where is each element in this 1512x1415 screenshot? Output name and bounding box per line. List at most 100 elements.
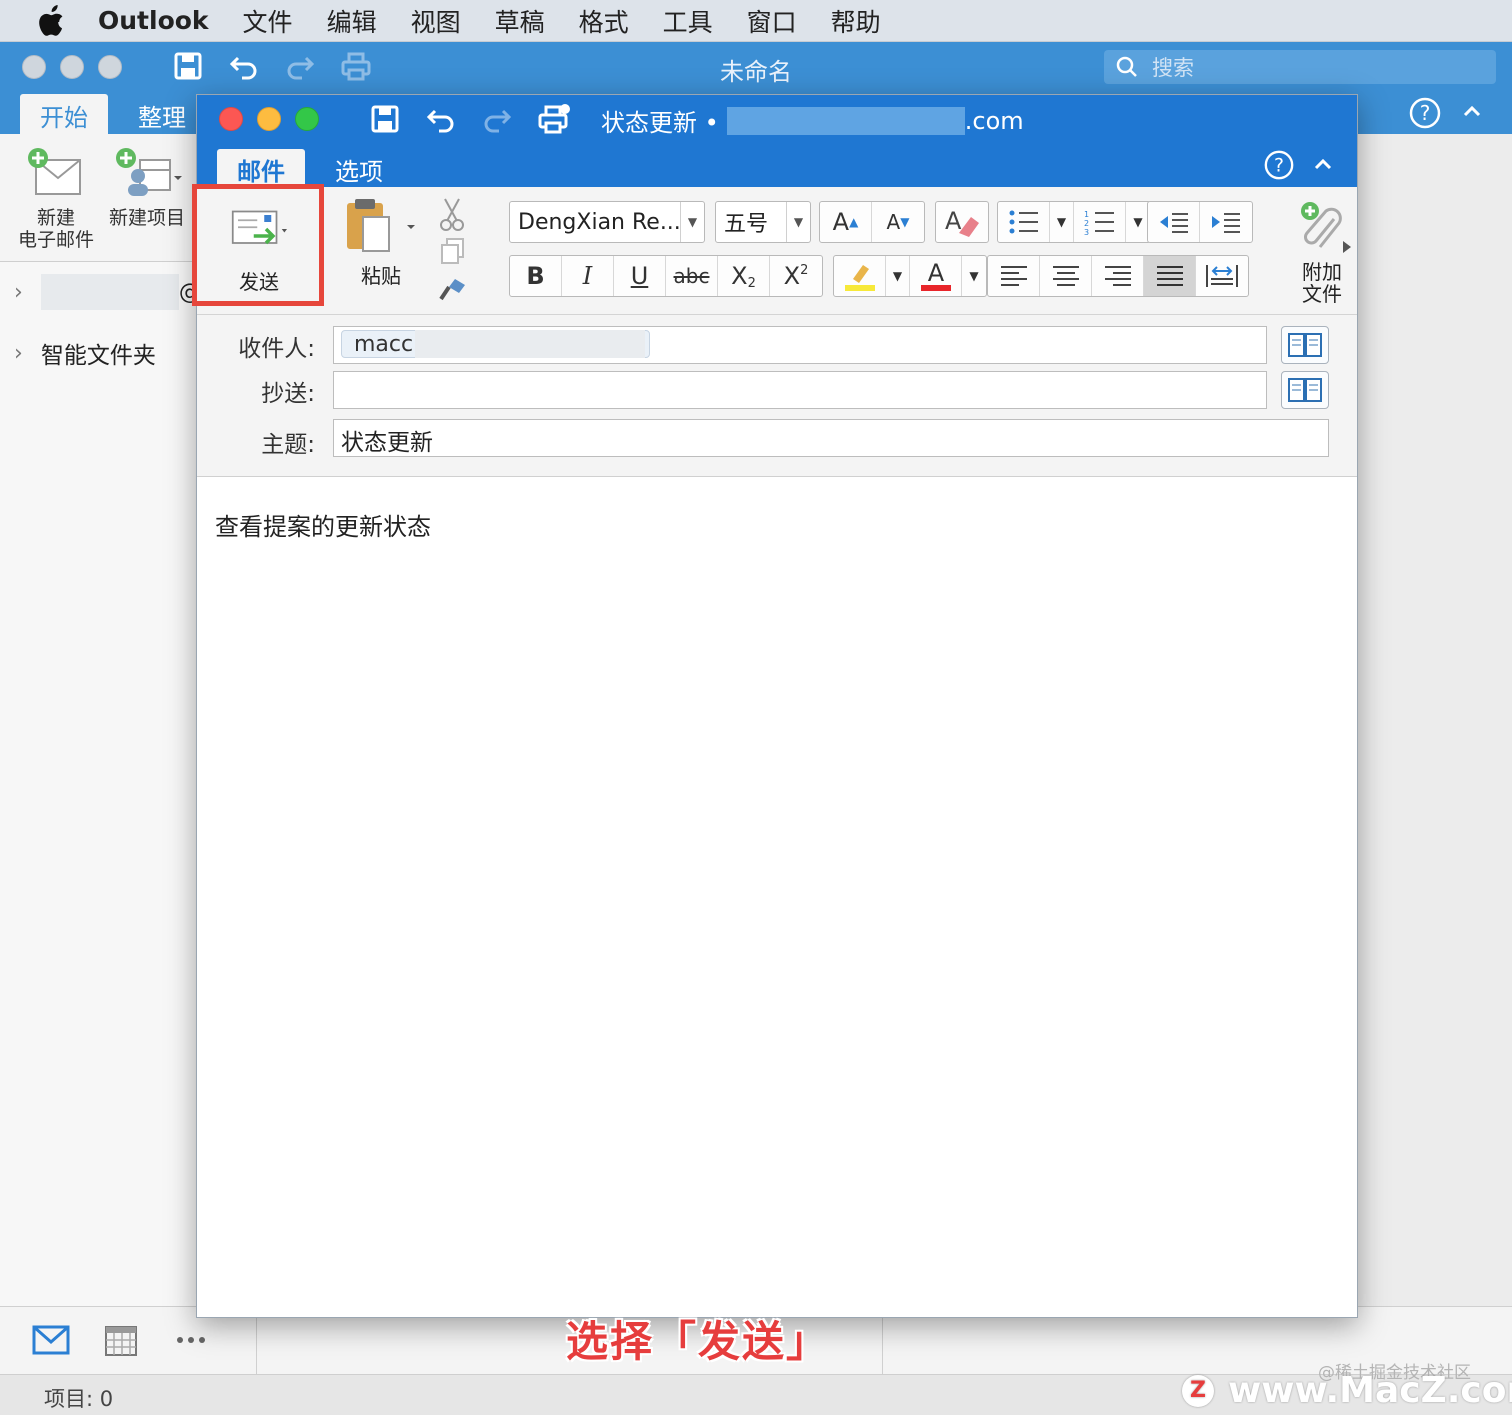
close-icon[interactable] xyxy=(219,107,243,131)
recipient-redacted xyxy=(726,106,965,135)
shrink-font-button[interactable]: A ▼ xyxy=(872,202,924,242)
bullets-dropdown[interactable]: ▼ xyxy=(1050,202,1074,242)
message-body[interactable]: 查看提案的更新状态 xyxy=(215,507,431,542)
minimize-icon[interactable] xyxy=(257,107,281,131)
attach-label-1: 附加 xyxy=(1302,260,1342,284)
highlighter-icon xyxy=(844,265,875,291)
collapse-ribbon-icon[interactable] xyxy=(1313,155,1333,175)
justify-icon xyxy=(1156,266,1183,286)
font-color-icon: A xyxy=(920,259,951,291)
help-icon[interactable]: ? xyxy=(1408,96,1442,130)
chevron-right-icon: › xyxy=(14,340,23,366)
tab-options[interactable]: 选项 xyxy=(315,149,403,187)
tab-message[interactable]: 邮件 xyxy=(217,149,305,187)
menu-draft[interactable]: 草稿 xyxy=(495,3,545,39)
compose-quick-access xyxy=(369,103,571,135)
superscript-button[interactable]: X2 xyxy=(770,256,822,296)
send-button[interactable]: 发送 xyxy=(217,207,301,295)
more-icon[interactable] xyxy=(176,1335,206,1345)
attach-label-2: 文件 xyxy=(1302,282,1342,305)
apple-icon[interactable] xyxy=(36,4,76,37)
underline-button[interactable]: U xyxy=(614,256,666,296)
account-item[interactable]: › @ xyxy=(14,274,201,310)
subject-input[interactable]: 状态更新 xyxy=(333,419,1329,457)
compose-ribbon-tabs: 邮件 选项 ? xyxy=(197,143,1357,187)
attach-file-button[interactable]: 附加 文件 xyxy=(1297,201,1347,305)
recipient-chip[interactable]: macc xyxy=(341,330,651,358)
new-email-button[interactable]: 新建 电子邮件 xyxy=(16,146,96,251)
svg-text:A: A xyxy=(927,259,944,287)
undo-icon[interactable] xyxy=(425,103,457,135)
justify-button[interactable] xyxy=(1144,256,1196,296)
address-book-button[interactable] xyxy=(1281,371,1329,409)
save-icon[interactable] xyxy=(369,103,401,135)
highlight-button[interactable] xyxy=(834,256,886,296)
calendar-icon[interactable] xyxy=(104,1323,138,1357)
align-right-button[interactable] xyxy=(1092,256,1144,296)
clear-formatting-button[interactable]: A xyxy=(936,202,988,242)
align-left-button[interactable] xyxy=(988,256,1040,296)
grow-font-button[interactable]: A ▲ xyxy=(820,202,872,242)
smart-folders-item[interactable]: › 智能文件夹 xyxy=(14,336,156,370)
bullets-button[interactable] xyxy=(998,202,1050,242)
font-name-select[interactable]: DengXian Re... ▼ xyxy=(509,201,705,243)
menu-app-name[interactable]: Outlook xyxy=(98,6,209,35)
align-center-button[interactable] xyxy=(1040,256,1092,296)
to-input[interactable]: macc xyxy=(333,326,1267,364)
menu-help[interactable]: 帮助 xyxy=(831,3,881,39)
menu-window[interactable]: 窗口 xyxy=(747,3,797,39)
outdent-icon xyxy=(1159,213,1188,233)
copy-icon[interactable] xyxy=(439,237,467,265)
watermark-logo-icon: Z xyxy=(1182,1374,1214,1407)
menu-bar: Outlook 文件 编辑 视图 草稿 格式 工具 窗口 帮助 xyxy=(0,0,1512,42)
numbering-button[interactable]: 123 xyxy=(1074,202,1126,242)
search-field[interactable]: 搜索 xyxy=(1104,50,1496,84)
indent-icon xyxy=(1212,213,1240,233)
bold-button[interactable]: B xyxy=(510,256,562,296)
zoom-icon[interactable] xyxy=(295,107,319,131)
ribbon-more-icon[interactable] xyxy=(1341,239,1353,255)
clear-format-group: A xyxy=(935,201,989,243)
italic-button[interactable]: I xyxy=(562,256,614,296)
menu-edit[interactable]: 编辑 xyxy=(327,3,377,39)
font-size-adjust-group: A ▲ A ▼ xyxy=(819,201,925,243)
address-book-button[interactable] xyxy=(1281,326,1329,364)
redo-icon[interactable] xyxy=(481,103,513,135)
new-item-icon xyxy=(116,148,182,196)
subject-label: 主题: xyxy=(261,432,315,458)
help-icon[interactable]: ? xyxy=(1263,149,1295,181)
font-color-button[interactable]: A xyxy=(910,256,962,296)
strikethrough-button[interactable]: abc xyxy=(666,256,718,296)
compose-window: 状态更新 • .com 邮件 选项 ? 发送 粘贴 DengXian Re...… xyxy=(192,94,1358,1318)
text-direction-button[interactable] xyxy=(1196,256,1248,296)
cc-input[interactable] xyxy=(333,371,1267,409)
menu-format[interactable]: 格式 xyxy=(579,3,629,39)
font-size-select[interactable]: 五号 ▼ xyxy=(715,201,811,243)
mail-icon[interactable] xyxy=(32,1325,70,1355)
new-email-label-2: 电子邮件 xyxy=(17,229,94,251)
highlight-dropdown[interactable]: ▼ xyxy=(886,256,910,296)
tab-home[interactable]: 开始 xyxy=(20,94,108,134)
menu-tools[interactable]: 工具 xyxy=(663,3,713,39)
increase-indent-button[interactable] xyxy=(1200,202,1252,242)
recipient-name: macc xyxy=(354,331,414,357)
numbered-list-icon: 123 xyxy=(1084,210,1114,235)
message-header-fields: 收件人: macc 抄送: 主题: 状态更新 xyxy=(197,315,1357,477)
watermark-big: Z www.MacZ.com xyxy=(1182,1370,1512,1411)
new-item-button[interactable]: 新建项目 xyxy=(104,146,190,229)
compose-ribbon: 发送 粘贴 DengXian Re... ▼ 五号 ▼ A ▲ A ▼ A ▼ … xyxy=(192,184,1357,315)
menu-file[interactable]: 文件 xyxy=(243,3,293,39)
compose-window-controls xyxy=(219,107,319,131)
tab-organize[interactable]: 整理 xyxy=(118,94,206,134)
svg-text:?: ? xyxy=(1420,101,1431,125)
cut-icon[interactable] xyxy=(437,197,467,231)
print-icon[interactable] xyxy=(537,103,571,135)
subscript-button[interactable]: X2 xyxy=(718,256,770,296)
menu-view[interactable]: 视图 xyxy=(411,3,461,39)
font-color-dropdown[interactable]: ▼ xyxy=(962,256,986,296)
decrease-indent-button[interactable] xyxy=(1148,202,1200,242)
format-painter-icon[interactable] xyxy=(437,275,469,303)
svg-text:2: 2 xyxy=(1084,219,1089,228)
collapse-ribbon-icon[interactable] xyxy=(1462,102,1482,122)
paste-button[interactable]: 粘贴 xyxy=(339,197,423,289)
